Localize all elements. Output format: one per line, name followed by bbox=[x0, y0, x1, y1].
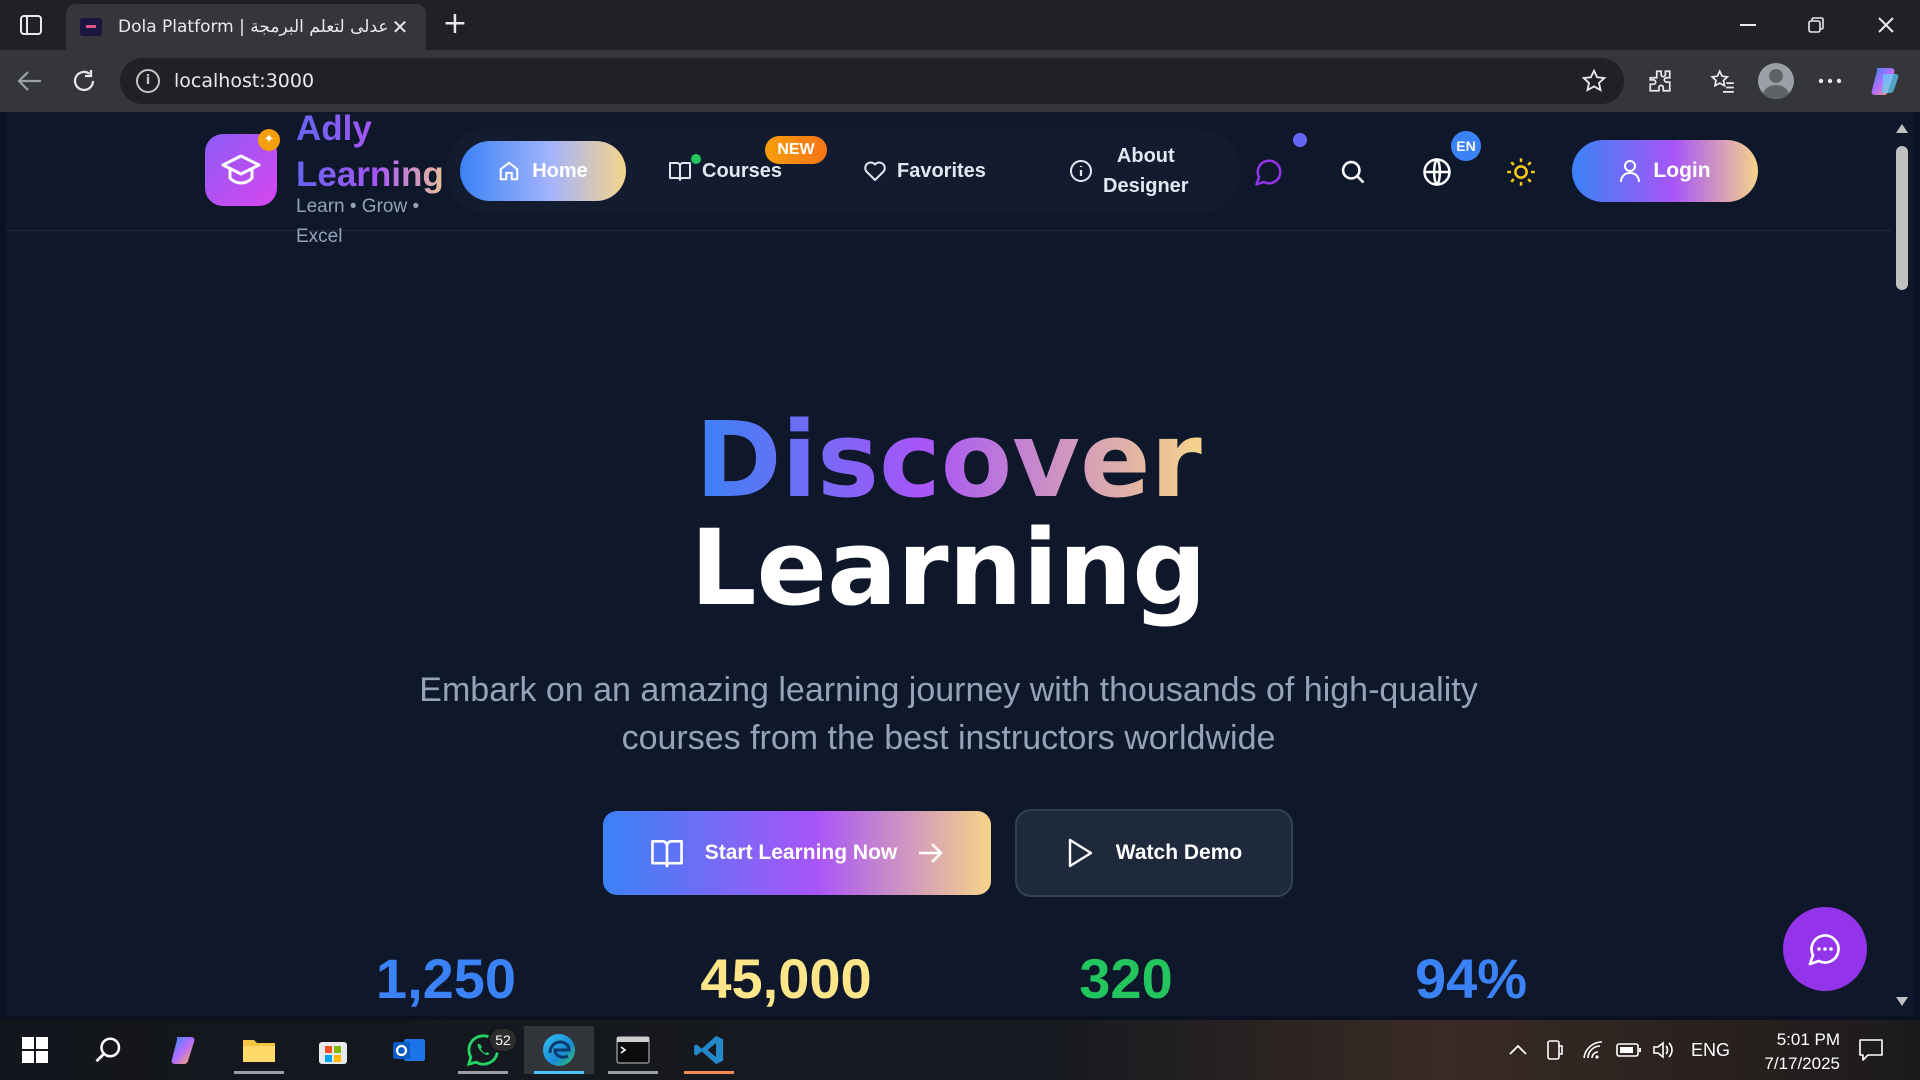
start-windows-icon[interactable] bbox=[0, 1026, 70, 1074]
clock-date: 7/17/2025 bbox=[1764, 1054, 1840, 1073]
restore-button[interactable] bbox=[1785, 0, 1847, 50]
user-icon bbox=[1620, 160, 1641, 183]
vscode-icon[interactable] bbox=[674, 1026, 744, 1074]
page-scrollbar[interactable] bbox=[1891, 112, 1914, 1016]
play-icon bbox=[1068, 838, 1092, 868]
wifi-icon[interactable] bbox=[1582, 1020, 1604, 1080]
favorite-star-icon[interactable] bbox=[1580, 67, 1608, 95]
more-options-icon[interactable] bbox=[1813, 64, 1847, 98]
extensions-icon[interactable] bbox=[1643, 64, 1677, 98]
open-book-icon bbox=[650, 840, 683, 868]
nav-home[interactable]: Home bbox=[460, 141, 626, 201]
windows-taskbar: ENG 5:01 PM 7/17/2025 bbox=[0, 1020, 1920, 1080]
login-label: Login bbox=[1653, 159, 1711, 182]
home-icon bbox=[499, 161, 519, 181]
app-running-indicator bbox=[684, 1071, 734, 1074]
reload-button[interactable] bbox=[65, 62, 103, 100]
minimize-button[interactable] bbox=[1717, 0, 1779, 50]
copilot-icon[interactable] bbox=[1868, 64, 1902, 98]
outlook-icon[interactable] bbox=[374, 1026, 444, 1074]
nav-about-designer[interactable]: About Designer bbox=[1069, 141, 1189, 201]
browser-tab[interactable]: Dola Platform | عدلى لتعلم البرمجة ✕ bbox=[66, 4, 426, 50]
close-window-button[interactable] bbox=[1855, 0, 1917, 50]
favorites-icon[interactable] bbox=[1706, 64, 1740, 98]
login-button[interactable]: Login bbox=[1572, 140, 1758, 202]
notifications-icon[interactable] bbox=[1858, 1020, 1884, 1080]
watch-demo-button[interactable]: Watch Demo bbox=[1015, 809, 1293, 897]
courses-new-badge: NEW bbox=[765, 136, 827, 164]
language-badge: EN bbox=[1451, 131, 1481, 161]
browser-toolbar: i localhost:3000 bbox=[0, 50, 1920, 112]
nav-favorites[interactable]: Favorites bbox=[863, 141, 986, 201]
chat-fab-button[interactable] bbox=[1783, 907, 1867, 991]
scroll-down-icon[interactable] bbox=[1896, 997, 1908, 1006]
search-taskbar-icon[interactable] bbox=[74, 1026, 144, 1074]
scroll-thumb[interactable] bbox=[1896, 146, 1908, 290]
volume-icon[interactable] bbox=[1652, 1020, 1676, 1080]
brand-tagline: Learn • Grow • Excel bbox=[296, 196, 420, 247]
taskbar-clock[interactable]: 5:01 PM 7/17/2025 bbox=[1730, 1028, 1840, 1076]
address-bar[interactable]: i localhost:3000 bbox=[120, 58, 1624, 104]
nav-favorites-label: Favorites bbox=[897, 159, 986, 182]
stat-value: 45,000 bbox=[700, 947, 872, 1010]
clock-time: 5:01 PM bbox=[1776, 1030, 1840, 1049]
page-viewport: ✦ Adly Learning Learn • Grow • Excel Hom… bbox=[6, 112, 1891, 1016]
sun-theme-icon[interactable] bbox=[1501, 152, 1541, 192]
search-icon[interactable] bbox=[1333, 152, 1373, 192]
info-icon bbox=[1070, 160, 1092, 182]
book-icon bbox=[669, 162, 691, 181]
hero-title-line-2: Learning bbox=[690, 507, 1207, 629]
chat-dots-icon bbox=[1808, 934, 1840, 966]
app-running-indicator bbox=[234, 1071, 284, 1074]
hero-subtitle: Embark on an amazing learning journey wi… bbox=[419, 671, 1478, 757]
browser-titlebar: Dola Platform | عدلى لتعلم البرمجة ✕ + bbox=[0, 0, 1920, 50]
microsoft-store-icon[interactable] bbox=[298, 1026, 368, 1074]
chat-bubble-icon[interactable] bbox=[1249, 152, 1289, 192]
stat-value: 320 bbox=[1079, 947, 1173, 1010]
app-active-indicator bbox=[534, 1071, 584, 1074]
url-text[interactable]: localhost:3000 bbox=[174, 70, 1580, 92]
terminal-icon[interactable] bbox=[598, 1026, 668, 1074]
tab-actions-icon[interactable] bbox=[14, 12, 48, 38]
arrow-right-icon bbox=[919, 843, 943, 863]
nav-courses-label: Courses bbox=[702, 159, 783, 182]
site-info-icon[interactable]: i bbox=[136, 69, 160, 93]
back-button[interactable] bbox=[11, 62, 49, 100]
edge-browser-icon[interactable] bbox=[524, 1026, 594, 1074]
nav-about-label-1: About bbox=[1116, 145, 1175, 167]
input-language[interactable]: ENG bbox=[1691, 1020, 1730, 1080]
app-running-indicator bbox=[608, 1071, 658, 1074]
battery-icon[interactable] bbox=[1616, 1020, 1642, 1080]
scroll-up-icon[interactable] bbox=[1896, 124, 1908, 133]
nav-home-label: Home bbox=[532, 159, 588, 182]
new-tab-button[interactable]: + bbox=[438, 8, 472, 42]
brand-name[interactable]: Adly Learning bbox=[296, 112, 456, 198]
hero-title-line-1: Discover bbox=[695, 399, 1202, 521]
heart-icon bbox=[864, 161, 886, 181]
start-learning-button[interactable]: Start Learning Now bbox=[603, 811, 991, 895]
whatsapp-unread-badge: 52 bbox=[488, 1027, 518, 1053]
nav-about-label-2: Designer bbox=[1103, 175, 1189, 197]
tray-chevron-up-icon[interactable] bbox=[1508, 1020, 1528, 1080]
tray-device-icon[interactable] bbox=[1545, 1020, 1565, 1080]
stat-value: 94% bbox=[1414, 947, 1528, 1010]
tab-favicon-icon bbox=[80, 18, 102, 36]
chat-notification-dot bbox=[1293, 133, 1307, 147]
profile-avatar[interactable] bbox=[1758, 63, 1794, 99]
sparkle-icon: ✦ bbox=[258, 129, 280, 151]
watch-demo-label: Watch Demo bbox=[1115, 841, 1243, 864]
globe-language-icon[interactable] bbox=[1417, 152, 1457, 192]
courses-status-dot bbox=[691, 154, 701, 164]
app-running-indicator bbox=[458, 1071, 508, 1074]
tab-close-icon[interactable]: ✕ bbox=[388, 15, 412, 39]
start-learning-label: Start Learning Now bbox=[704, 841, 898, 864]
copilot-taskbar-icon[interactable] bbox=[150, 1026, 220, 1074]
file-explorer-icon[interactable] bbox=[224, 1026, 294, 1074]
stat-value: 1,250 bbox=[375, 947, 517, 1010]
tab-title: Dola Platform | عدلى لتعلم البرمجة bbox=[118, 17, 388, 37]
site-header: ✦ Adly Learning Learn • Grow • Excel Hom… bbox=[6, 112, 1891, 247]
